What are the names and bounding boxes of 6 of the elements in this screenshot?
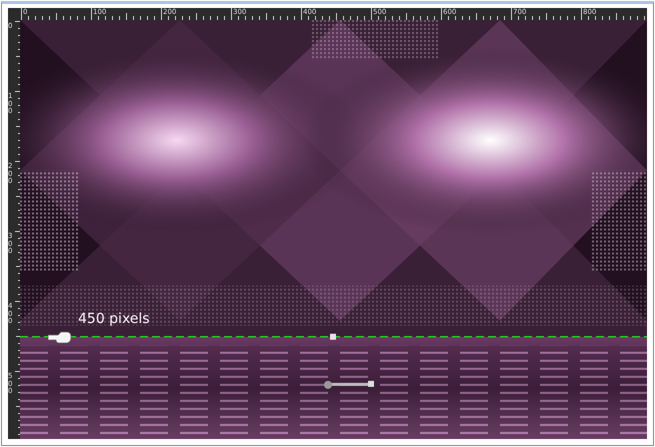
ruler-corner bbox=[8, 8, 20, 20]
pointing-hand-icon bbox=[48, 330, 72, 344]
guide-handle[interactable] bbox=[330, 334, 336, 340]
slider-control[interactable] bbox=[324, 380, 374, 389]
guide-position-label: 450 pixels bbox=[78, 312, 150, 326]
guide-line[interactable] bbox=[20, 336, 647, 338]
